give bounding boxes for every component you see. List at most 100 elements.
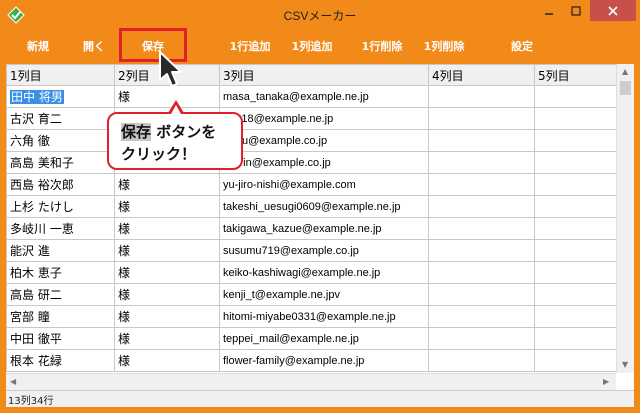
- table-cell[interactable]: masa_tanaka@example.ne.jp: [219, 85, 429, 108]
- column-header-1[interactable]: 1列目: [6, 64, 115, 86]
- table-cell[interactable]: [534, 107, 625, 130]
- scroll-right-icon[interactable]: ▶: [603, 377, 609, 386]
- close-icon: [608, 5, 618, 16]
- maximize-button[interactable]: [563, 0, 589, 21]
- scroll-up-icon[interactable]: ▲: [622, 67, 628, 76]
- table-cell[interactable]: 高島 研二: [6, 283, 115, 306]
- table-cell[interactable]: [428, 195, 535, 218]
- table-cell[interactable]: [534, 283, 625, 306]
- toolbar: 新規 開く 保存 1行追加 1列追加 1行削除 1列削除 設定: [6, 30, 634, 64]
- callout-tail-inner: [171, 105, 181, 114]
- table-cell[interactable]: 様: [114, 327, 220, 350]
- table-cell[interactable]: takeshi_uesugi0609@example.ne.jp: [219, 195, 429, 218]
- table-cell[interactable]: 様: [114, 195, 220, 218]
- table-cell[interactable]: takigawa_kazue@example.ne.jp: [219, 217, 429, 240]
- table-cell[interactable]: [534, 217, 625, 240]
- table-cell[interactable]: [428, 239, 535, 262]
- table-row: 多岐川 一恵様 takigawa_kazue@example.ne.jp: [6, 217, 625, 240]
- table-cell[interactable]: 様: [114, 283, 220, 306]
- callout-text: 保存 ボタンを クリック！: [121, 121, 216, 165]
- table-cell[interactable]: [534, 327, 625, 350]
- table-cell[interactable]: [534, 151, 625, 174]
- table-cell[interactable]: 田中 将男: [6, 85, 115, 108]
- scroll-left-icon[interactable]: ◀: [10, 377, 16, 386]
- table-cell[interactable]: [534, 173, 625, 196]
- maximize-icon: [571, 5, 581, 16]
- table-cell[interactable]: [428, 129, 535, 152]
- column-header-4[interactable]: 4列目: [428, 64, 535, 86]
- vertical-scrollbar[interactable]: ▲ ▼: [616, 64, 634, 373]
- table-cell[interactable]: 様: [114, 173, 220, 196]
- table-cell[interactable]: hitomi-miyabe0331@example.ne.jp: [219, 305, 429, 328]
- status-text: 13列34行: [8, 396, 54, 407]
- horizontal-scrollbar[interactable]: ◀ ▶: [6, 373, 616, 390]
- table-cell[interactable]: [534, 349, 625, 372]
- minimize-button[interactable]: [535, 0, 563, 21]
- table-cell[interactable]: [428, 283, 535, 306]
- table-cell[interactable]: keiko-kashiwagi@example.ne.jp: [219, 261, 429, 284]
- selected-text: 田中 将男: [10, 90, 64, 104]
- title-bar: CSVメーカー: [0, 0, 640, 30]
- table-row: 能沢 進様 susumu719@example.co.jp: [6, 239, 625, 262]
- table-cell[interactable]: [428, 85, 535, 108]
- table-cell[interactable]: [428, 151, 535, 174]
- table-cell[interactable]: 中田 徹平: [6, 327, 115, 350]
- table-cell[interactable]: 六角 徹: [6, 129, 115, 152]
- table-cell[interactable]: 能沢 進: [6, 239, 115, 262]
- table-cell[interactable]: 根本 花緑: [6, 349, 115, 372]
- table-cell[interactable]: [534, 261, 625, 284]
- table-row: 上杉 たけし様 takeshi_uesugi0609@example.ne.jp: [6, 195, 625, 218]
- table-cell[interactable]: [428, 261, 535, 284]
- table-cell[interactable]: 様: [114, 349, 220, 372]
- table-cell[interactable]: yu-jiro-nishi@example.com: [219, 173, 429, 196]
- add-row-button[interactable]: 1行追加: [222, 30, 278, 64]
- new-button[interactable]: 新規: [18, 30, 58, 64]
- vertical-scroll-thumb[interactable]: [620, 81, 631, 95]
- table-row: 柏木 恵子様 keiko-kashiwagi@example.ne.jp: [6, 261, 625, 284]
- table-cell[interactable]: kenji_t@example.ne.jpv: [219, 283, 429, 306]
- column-header-5[interactable]: 5列目: [534, 64, 625, 86]
- table-row: 根本 花緑様 flower-family@example.ne.jp: [6, 349, 625, 372]
- app-window: CSVメーカー 新規 開く 保存 1行追加 1列追加 1行削除 1列削除 設定 …: [0, 0, 640, 413]
- table-cell[interactable]: 様: [114, 261, 220, 284]
- scroll-down-icon[interactable]: ▼: [622, 360, 628, 369]
- table-cell[interactable]: [534, 305, 625, 328]
- table-cell[interactable]: [428, 173, 535, 196]
- table-cell[interactable]: 様: [114, 305, 220, 328]
- table-cell[interactable]: teppei_mail@example.ne.jp: [219, 327, 429, 350]
- table-cell[interactable]: 柏木 恵子: [6, 261, 115, 284]
- delete-column-button[interactable]: 1列削除: [416, 30, 472, 64]
- table-cell[interactable]: 宮部 瞳: [6, 305, 115, 328]
- table-cell[interactable]: 多岐川 一恵: [6, 217, 115, 240]
- table-cell[interactable]: _toru@example.co.jp: [219, 129, 429, 152]
- table-cell[interactable]: susumu719@example.co.jp: [219, 239, 429, 262]
- column-header-3[interactable]: 3列目: [219, 64, 429, 86]
- table-cell[interactable]: iwarin@example.co.jp: [219, 151, 429, 174]
- table-cell[interactable]: 様: [114, 239, 220, 262]
- open-button[interactable]: 開く: [76, 30, 112, 64]
- table-cell[interactable]: [534, 239, 625, 262]
- table-cell[interactable]: [428, 349, 535, 372]
- table-cell[interactable]: 西島 裕次郎: [6, 173, 115, 196]
- table-row: 六角 徹様_toru@example.co.jp: [6, 129, 625, 152]
- table-cell[interactable]: flower-family@example.ne.jp: [219, 349, 429, 372]
- close-button[interactable]: [590, 0, 636, 21]
- callout-line1: ボタンを: [151, 123, 217, 141]
- table-cell[interactable]: [534, 85, 625, 108]
- delete-row-button[interactable]: 1行削除: [354, 30, 410, 64]
- table-cell[interactable]: 高島 美和子: [6, 151, 115, 174]
- table-cell[interactable]: 様: [114, 217, 220, 240]
- table-cell[interactable]: [428, 217, 535, 240]
- table-cell[interactable]: [428, 107, 535, 130]
- table-row: 高島 研二様 kenji_t@example.ne.jpv: [6, 283, 625, 306]
- table-cell[interactable]: [428, 327, 535, 350]
- settings-button[interactable]: 設定: [502, 30, 542, 64]
- data-table: 1列目 2列目 3列目 4列目 5列目 田中 将男様 masa_tanaka@ex…: [6, 64, 625, 372]
- table-cell[interactable]: [428, 305, 535, 328]
- table-cell[interactable]: 20818@example.ne.jp: [219, 107, 429, 130]
- table-cell[interactable]: [534, 195, 625, 218]
- table-cell[interactable]: [534, 129, 625, 152]
- add-column-button[interactable]: 1列追加: [284, 30, 340, 64]
- table-cell[interactable]: 古沢 育二: [6, 107, 115, 130]
- table-cell[interactable]: 上杉 たけし: [6, 195, 115, 218]
